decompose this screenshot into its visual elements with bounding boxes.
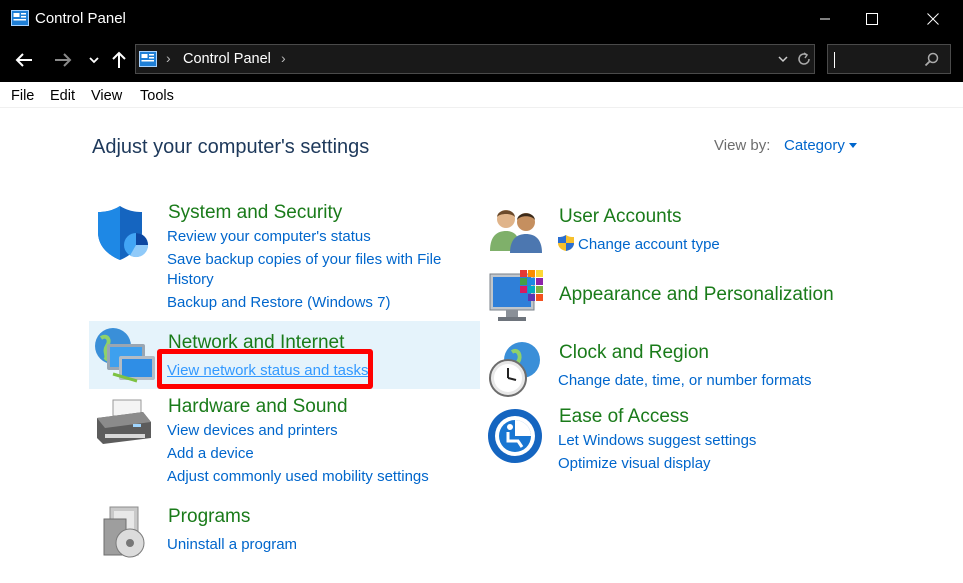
menu-bar: File Edit View Tools — [0, 82, 963, 108]
chevron-down-icon[interactable] — [849, 143, 857, 148]
page-title: Adjust your computer's settings — [92, 136, 370, 158]
link-file-history[interactable]: Save backup copies of your files with Fi… — [167, 251, 441, 268]
link-add-device[interactable]: Add a device — [167, 445, 254, 462]
category-title-user-accounts[interactable]: User Accounts — [559, 206, 682, 228]
minimize-icon — [820, 18, 830, 20]
breadcrumb-chevron-icon[interactable]: › — [166, 50, 171, 66]
link-optimize-visual-display[interactable]: Optimize visual display — [558, 455, 711, 472]
breadcrumb-chevron-icon[interactable]: › — [281, 50, 286, 66]
menu-file[interactable]: File — [11, 88, 34, 104]
link-file-history-continued[interactable]: History — [167, 271, 214, 288]
programs-disc-icon[interactable] — [100, 505, 150, 559]
back-button[interactable] — [12, 48, 36, 72]
up-button[interactable] — [107, 48, 131, 72]
address-dropdown-icon[interactable] — [778, 55, 788, 63]
link-date-time-formats[interactable]: Change date, time, or number formats — [558, 372, 811, 389]
view-by-dropdown[interactable]: Category — [784, 137, 845, 154]
title-bar: Control Panel — [0, 0, 963, 38]
back-arrow-icon — [15, 53, 32, 67]
recent-locations-button[interactable] — [82, 48, 106, 72]
monitor-palette-icon[interactable] — [488, 268, 546, 326]
category-title-ease-of-access[interactable]: Ease of Access — [559, 406, 689, 428]
recent-dropdown-icon — [89, 57, 99, 64]
link-devices-printers[interactable]: View devices and printers — [167, 422, 338, 439]
category-title-system-security[interactable]: System and Security — [168, 202, 342, 224]
category-title-hardware-sound[interactable]: Hardware and Sound — [168, 396, 348, 418]
link-backup-restore[interactable]: Backup and Restore (Windows 7) — [167, 294, 390, 311]
clock-globe-icon[interactable] — [486, 340, 544, 398]
link-windows-suggest-settings[interactable]: Let Windows suggest settings — [558, 432, 756, 449]
menu-view[interactable]: View — [91, 88, 122, 104]
category-title-programs[interactable]: Programs — [168, 506, 250, 528]
close-icon — [927, 13, 939, 25]
ease-of-access-icon[interactable] — [486, 407, 544, 465]
refresh-icon[interactable] — [796, 51, 812, 67]
menu-edit[interactable]: Edit — [50, 88, 75, 104]
shield-icon[interactable] — [96, 204, 150, 262]
link-review-status[interactable]: Review your computer's status — [167, 228, 371, 245]
maximize-icon — [866, 13, 878, 25]
uac-shield-icon — [558, 235, 574, 251]
navigation-bar: › Control Panel › — [0, 38, 963, 82]
control-panel-icon — [139, 51, 157, 67]
address-bar[interactable]: › Control Panel › — [135, 44, 815, 74]
maximize-button[interactable] — [849, 0, 895, 38]
close-button[interactable] — [910, 0, 956, 38]
network-globe-icon[interactable] — [93, 326, 157, 384]
search-icon — [924, 52, 939, 67]
link-uninstall-program[interactable]: Uninstall a program — [167, 536, 297, 553]
forward-arrow-icon — [55, 53, 72, 67]
link-mobility-settings[interactable]: Adjust commonly used mobility settings — [167, 468, 429, 485]
printer-icon[interactable] — [93, 398, 155, 450]
text-cursor — [834, 52, 835, 68]
users-icon[interactable] — [488, 205, 544, 255]
window-title: Control Panel — [35, 10, 126, 27]
category-title-appearance[interactable]: Appearance and Personalization — [559, 284, 834, 306]
highlight-box — [157, 349, 373, 389]
up-arrow-icon — [112, 51, 126, 68]
category-title-clock-region[interactable]: Clock and Region — [559, 342, 709, 364]
minimize-button[interactable] — [802, 0, 848, 38]
view-by-label: View by: — [714, 137, 771, 154]
link-change-account-type[interactable]: Change account type — [578, 236, 720, 253]
breadcrumb-control-panel[interactable]: Control Panel — [183, 51, 271, 67]
menu-tools[interactable]: Tools — [140, 88, 174, 104]
forward-button[interactable] — [51, 48, 75, 72]
control-panel-icon — [11, 10, 29, 26]
search-input[interactable] — [827, 44, 951, 74]
